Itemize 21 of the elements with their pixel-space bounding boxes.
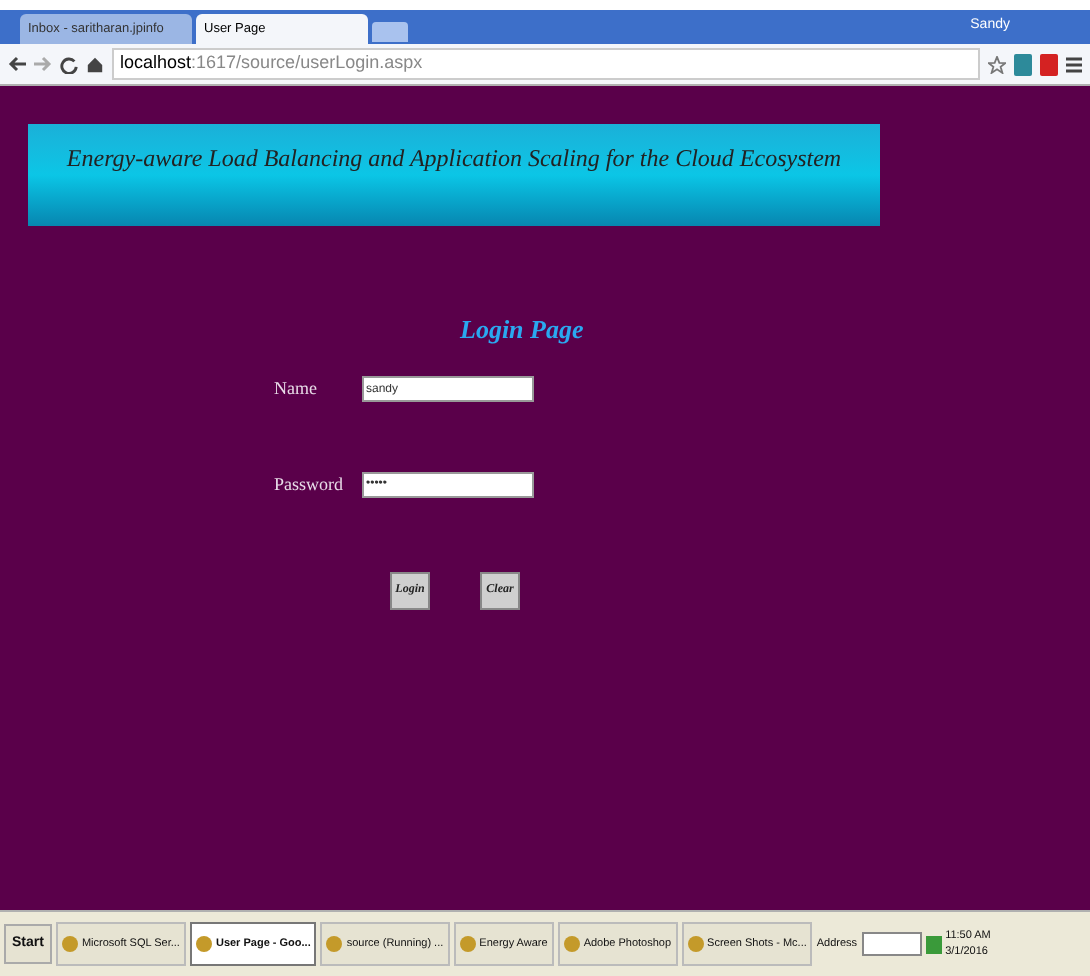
field-label: Password [274,471,346,497]
extension-icon[interactable] [1040,53,1058,75]
home-icon[interactable] [86,55,104,73]
star-icon[interactable] [988,55,1006,73]
app-icon [61,936,78,952]
back-icon[interactable] [8,56,26,72]
extension-icon[interactable] [1014,53,1032,75]
reload-icon[interactable] [60,55,78,73]
field-label: Name [274,376,319,402]
app-icon [459,936,476,952]
banner-title: Energy-aware Load Balancing and Application Scaling for the Cloud Ecosystem [66,142,842,176]
app-icon [687,936,704,952]
app-icon [563,936,580,952]
menu-icon[interactable] [1066,55,1082,73]
app-icon [195,936,212,952]
forward-icon[interactable] [34,56,52,72]
form-title: Login Page [460,314,584,344]
taskbar-address-field[interactable] [861,932,922,956]
app-icon [326,936,343,952]
go-icon[interactable] [925,935,942,953]
address-bar[interactable]: localhost:1617/source/userLogin.aspx [112,48,980,80]
